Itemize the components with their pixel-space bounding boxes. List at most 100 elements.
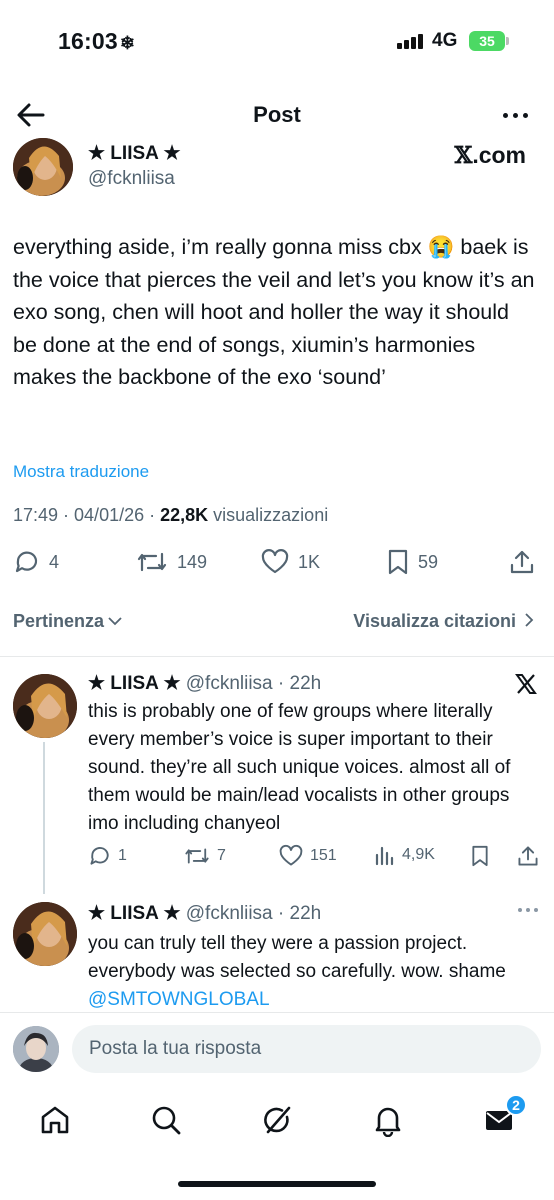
bookmark-icon	[472, 845, 488, 867]
avatar[interactable]	[13, 138, 73, 196]
reply-count: 4	[49, 551, 60, 572]
reply-author-name[interactable]: ★ LIISA ★	[88, 903, 180, 924]
status-time: 16:03 ❄	[58, 28, 135, 55]
repost-icon	[185, 848, 209, 864]
grok-icon	[264, 1106, 291, 1134]
network-label: 4G	[432, 30, 458, 51]
post-header: Post	[0, 92, 554, 138]
avatar-image	[13, 674, 77, 738]
like-button[interactable]: 1K	[260, 548, 320, 576]
like-button[interactable]: 151	[278, 844, 337, 868]
more-button[interactable]	[498, 98, 532, 132]
bell-icon	[375, 1107, 401, 1137]
divider	[0, 656, 554, 657]
share-icon	[518, 846, 538, 866]
reply-icon	[15, 551, 38, 573]
bookmark-icon	[388, 549, 408, 575]
reply-header: ★ LIISA ★ @fcknliisa · 22h	[88, 672, 321, 695]
more-icon	[502, 112, 508, 118]
x-logo-icon: 𝕏	[454, 142, 473, 169]
repost-count: 149	[177, 551, 208, 572]
battery-icon: 35	[469, 31, 505, 51]
chevron-right-icon	[525, 613, 534, 627]
reply-button[interactable]: 1	[88, 844, 127, 868]
search-icon	[152, 1106, 181, 1135]
bookmark-button[interactable]	[470, 844, 490, 868]
reply-item[interactable]: ★ LIISA ★ @fcknliisa · 22h you can truly…	[0, 902, 554, 1012]
reply-icon	[90, 847, 109, 865]
source-badge-text: .com	[472, 142, 526, 168]
more-icon	[526, 908, 530, 912]
reply-author-name[interactable]: ★ LIISA ★	[88, 673, 180, 694]
like-icon	[279, 844, 303, 866]
views-icon	[375, 846, 394, 866]
status-bar: 16:03 ❄ 4G 35	[0, 0, 554, 80]
home-icon	[41, 1106, 69, 1134]
reply-button[interactable]: 4	[13, 548, 59, 576]
share-button[interactable]	[516, 844, 540, 868]
avatar[interactable]	[13, 902, 77, 966]
translate-link[interactable]: Mostra traduzione	[13, 462, 149, 482]
bookmark-count: 59	[418, 551, 439, 572]
views-count: 4,9K	[402, 846, 435, 863]
sort-label: Pertinenza	[13, 611, 105, 631]
repost-button[interactable]: 7	[183, 844, 226, 868]
thread-line	[43, 742, 45, 894]
mention-link[interactable]: @SMTOWNGLOBAL	[88, 989, 270, 1010]
more-icon	[518, 908, 522, 912]
reply-header: ★ LIISA ★ @fcknliisa · 22h	[88, 902, 321, 925]
views-count: 22,8K	[160, 505, 209, 525]
post-actions: 4 149 1K 59	[0, 548, 554, 584]
reply-item[interactable]: ★ LIISA ★ @fcknliisa · 22h this is proba…	[0, 672, 554, 892]
like-count: 151	[310, 847, 337, 864]
tab-search[interactable]	[146, 1100, 186, 1140]
reply-actions: 1 7 151 4,9K	[88, 844, 543, 872]
reply-handle[interactable]: @fcknliisa · 22h	[180, 903, 321, 924]
tab-home[interactable]	[35, 1100, 75, 1140]
sort-dropdown[interactable]: Pertinenza	[13, 611, 123, 632]
author-handle[interactable]: @fcknliisa	[88, 168, 175, 190]
view-quotes-link[interactable]: Visualizza citazioni	[353, 611, 536, 632]
reply-handle[interactable]: @fcknliisa · 22h	[180, 673, 321, 694]
tab-notifications[interactable]	[368, 1100, 408, 1140]
more-icon	[522, 112, 528, 118]
share-icon	[510, 550, 534, 574]
avatar[interactable]	[13, 1026, 59, 1072]
avatar-image	[13, 902, 77, 966]
reply-text: you can truly tell they were a passion p…	[88, 930, 544, 1014]
tab-grok[interactable]	[257, 1100, 297, 1140]
bookmark-button[interactable]: 59	[386, 548, 438, 576]
author-name[interactable]: ★ LIISA ★	[88, 142, 180, 165]
reply-text: this is probably one of few groups where…	[88, 701, 511, 834]
share-button[interactable]	[508, 548, 536, 576]
chevron-down-icon	[108, 617, 122, 626]
post-meta: 17:49 · 04/01/26 · 22,8K visualizzazioni	[13, 505, 328, 526]
battery-level: 35	[479, 33, 495, 49]
reply-text-body: you can truly tell they were a passion p…	[88, 933, 506, 982]
repost-count: 7	[217, 847, 226, 864]
page-title: Post	[253, 102, 301, 127]
view-quotes-label: Visualizza citazioni	[353, 611, 516, 631]
reply-composer: Posta la tua risposta	[0, 1012, 554, 1086]
repost-icon	[137, 552, 167, 572]
more-button[interactable]	[518, 908, 538, 912]
post-author: ★ LIISA ★ @fcknliisa 𝕏.com	[0, 138, 554, 200]
signal-icon	[397, 33, 423, 49]
avatar[interactable]	[13, 674, 77, 738]
views-label: visualizzazioni	[208, 505, 329, 525]
avatar-image	[13, 1026, 59, 1072]
post-text: everything aside, i’m really gonna miss …	[13, 235, 535, 389]
messages-badge: 2	[505, 1094, 527, 1116]
x-logo-icon	[515, 674, 537, 694]
tab-messages[interactable]: 2	[479, 1094, 527, 1140]
reply-count: 1	[118, 847, 127, 864]
like-icon	[261, 549, 289, 574]
bottom-tab-bar: 2	[0, 1086, 554, 1156]
views-button[interactable]: 4,9K	[374, 844, 435, 866]
post-datetime: 17:49 · 04/01/26 ·	[13, 505, 161, 525]
repost-button[interactable]: 149	[135, 548, 207, 576]
snowflake-icon: ❄	[119, 33, 136, 53]
home-indicator	[178, 1181, 376, 1187]
reply-input[interactable]: Posta la tua risposta	[72, 1025, 541, 1073]
battery-tip	[506, 37, 509, 45]
